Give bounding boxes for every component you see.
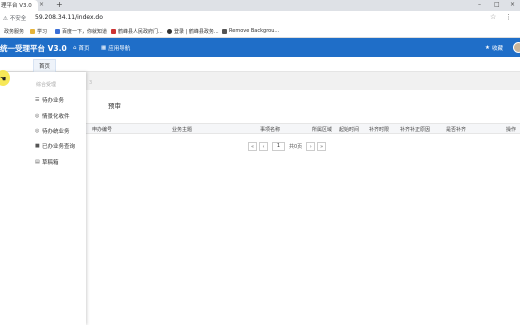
- next-page-icon[interactable]: ›: [306, 142, 316, 151]
- menu-icon[interactable]: ⋮: [505, 13, 512, 21]
- draft-icon: ▤: [35, 159, 40, 165]
- column-header: 申办编号: [92, 127, 113, 133]
- browser-tab-strip: 理平台 V3.0 × + – □ ×: [0, 0, 520, 11]
- browser-tab[interactable]: 理平台 V3.0: [0, 0, 38, 11]
- column-header: 业务主题: [172, 127, 193, 133]
- main-content: 预审 申办编号 业务主题 事项名称 所属区域 起始时间 补齐时限 补齐补正原因 …: [86, 90, 520, 325]
- bookmark-icon: [30, 29, 35, 34]
- column-header: 是否补齐: [446, 127, 467, 133]
- app-nav-link[interactable]: ▦ 应用导航: [101, 44, 130, 52]
- column-header: 所属区域: [312, 127, 333, 133]
- paw-icon: [55, 29, 60, 34]
- url-field[interactable]: 59.208.34.11/index.do: [35, 14, 103, 21]
- hand-cursor-icon: ☚: [0, 75, 7, 83]
- star-icon[interactable]: ☆: [490, 13, 496, 21]
- menu-item-todo[interactable]: ☰ 待办业务: [35, 96, 64, 104]
- prev-page-icon[interactable]: ‹: [259, 142, 268, 151]
- folder-icon: ■: [35, 143, 40, 149]
- column-header: 起始时间: [339, 127, 360, 133]
- menu-item-pending[interactable]: ◎ 待办统业务: [35, 127, 70, 135]
- bookmark-item[interactable]: Remove Backgrou...: [222, 28, 279, 34]
- home-icon: ⌂: [73, 45, 77, 51]
- bookmark-item[interactable]: 鹤峰县人民政府门...: [111, 28, 163, 35]
- pending-icon: ◎: [35, 128, 40, 134]
- address-bar: ⚠ 不安全 59.208.34.11/index.do ☆ ⋮: [0, 11, 520, 26]
- home-link[interactable]: ⌂ 首页: [73, 44, 90, 52]
- last-page-icon[interactable]: »: [317, 142, 327, 151]
- page-icon: [222, 28, 227, 34]
- first-page-icon[interactable]: «: [248, 142, 257, 151]
- scene-icon: ◎: [35, 113, 40, 119]
- favorites-icon: ★: [485, 45, 490, 51]
- bookmark-item[interactable]: 政务服务: [4, 28, 24, 35]
- gov-icon: [111, 29, 116, 34]
- bookmark-item[interactable]: 学习: [30, 28, 47, 35]
- pagination: « ‹ 1 共0页 › »: [248, 142, 327, 151]
- page-input[interactable]: 1: [272, 142, 285, 151]
- close-window-icon[interactable]: ×: [510, 1, 515, 8]
- menu-item-drafts[interactable]: ▤ 草稿箱: [35, 158, 59, 166]
- content-strip: [86, 76, 520, 90]
- new-tab-icon[interactable]: +: [56, 0, 63, 9]
- column-header: 事项名称: [260, 127, 281, 133]
- side-menu: 综合受理 ☰ 待办业务 ◎ 情景化收件 ◎ 待办统业务 ■ 已办业务查询 ▤ 草稿箱 ☚: [0, 70, 86, 325]
- close-tab-icon[interactable]: ×: [39, 1, 44, 8]
- bookmarks-bar: 政务服务 学习 百度一下，你就知道 鹤峰县人民政府门... 登录 | 鹤峰县政务…: [0, 26, 520, 38]
- globe-icon: [167, 29, 172, 34]
- page-tabs-bar: 首页: [0, 57, 520, 73]
- page-total: 共0页: [289, 144, 303, 150]
- column-header: 操作: [506, 127, 517, 133]
- side-arrow: 3: [89, 80, 93, 86]
- table-header: 申办编号 业务主题 事项名称 所属区域 起始时间 补齐时限 补齐补正原因 是否补…: [86, 123, 520, 134]
- browser-tab-title: 理平台 V3.0: [1, 3, 32, 9]
- grid-icon: ▦: [101, 45, 107, 51]
- content-title: 预审: [108, 102, 121, 110]
- app-header: 统一受理平台 V3.0 ⌂ 首页 ▦ 应用导航 ★ 收藏: [0, 38, 520, 57]
- insecure-label[interactable]: ⚠ 不安全: [3, 14, 26, 22]
- maximize-icon[interactable]: □: [494, 1, 500, 8]
- app-title: 统一受理平台 V3.0: [0, 44, 67, 53]
- menu-heading: 综合受理: [36, 82, 57, 88]
- menu-item-scene[interactable]: ◎ 情景化收件: [35, 112, 70, 120]
- tab-home[interactable]: 首页: [33, 59, 57, 73]
- column-header: 补齐补正原因: [400, 127, 431, 133]
- column-header: 补齐时限: [369, 127, 390, 133]
- avatar[interactable]: [513, 42, 520, 53]
- minimize-icon[interactable]: –: [478, 1, 481, 8]
- favorites-link[interactable]: ★ 收藏: [485, 44, 503, 52]
- menu-item-done-query[interactable]: ■ 已办业务查询: [35, 142, 75, 150]
- bookmark-item[interactable]: 登录 | 鹤峰县政务...: [167, 28, 219, 35]
- list-icon: ☰: [35, 97, 40, 103]
- bookmark-item[interactable]: 百度一下，你就知道: [55, 28, 107, 35]
